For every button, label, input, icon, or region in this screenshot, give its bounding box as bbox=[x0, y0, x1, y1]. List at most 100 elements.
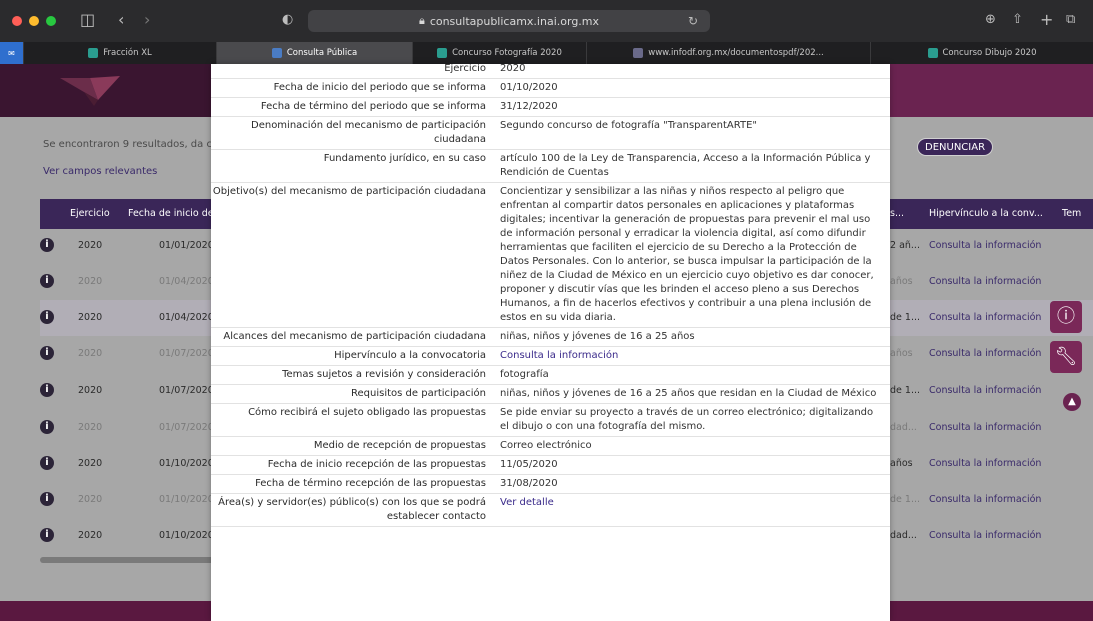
row-start-date: 01/04/2020 bbox=[159, 312, 214, 323]
detail-row: Alcances del mecanismo de participación … bbox=[211, 328, 890, 347]
detail-row: Fecha de término del periodo que se info… bbox=[211, 98, 890, 117]
detail-label: Fecha de término recepción de las propue… bbox=[255, 478, 486, 489]
tab-consulta-publica[interactable]: Consulta Pública bbox=[217, 42, 413, 64]
info-icon[interactable]: i bbox=[40, 528, 54, 542]
info-icon[interactable]: i bbox=[40, 492, 54, 506]
share-icon[interactable]: ⇧ bbox=[1012, 10, 1023, 30]
tab-concurso-dibujo[interactable]: Concurso Dibujo 2020 bbox=[871, 42, 1093, 64]
header-fecha-inicio[interactable]: Fecha de inicio de bbox=[128, 208, 214, 219]
wrench-icon[interactable]: 🔧︎ bbox=[1050, 341, 1082, 373]
detail-link[interactable]: Consulta la información bbox=[494, 347, 890, 365]
detail-modal: Ejercicio 2020 Fecha de inicio del periodo… bbox=[211, 64, 890, 621]
detail-row: Cómo recibirá el sujeto obligado las pro… bbox=[211, 404, 890, 437]
detail-row: Requisitos de participación niñas, niños … bbox=[211, 385, 890, 404]
sidebar-icon[interactable]: ◫ bbox=[80, 10, 95, 30]
row-link[interactable]: Consulta la información bbox=[929, 530, 1041, 541]
detail-value: niñas, niños y jóvenes de 16 a 25 años q… bbox=[500, 388, 877, 399]
row-start-date: 01/04/2020 bbox=[159, 276, 214, 287]
row-link[interactable]: Consulta la información bbox=[929, 276, 1041, 287]
row-truncated-cell: 2 añ... bbox=[890, 240, 920, 251]
address-bar[interactable]: 🔒︎ consultapublicamx.inai.org.mx ↻ bbox=[308, 10, 710, 32]
info-icon[interactable]: i bbox=[40, 456, 54, 470]
detail-value: Se pide enviar su proyecto a través de u… bbox=[500, 407, 874, 432]
detail-label: Fundamento jurídico, en su caso bbox=[323, 153, 486, 164]
row-year: 2020 bbox=[78, 348, 103, 359]
reload-icon[interactable]: ↻ bbox=[688, 14, 698, 28]
scroll-up-icon[interactable]: ▲ bbox=[1063, 393, 1081, 411]
detail-link[interactable]: Ver detalle bbox=[494, 494, 890, 526]
detail-value: 31/12/2020 bbox=[500, 101, 558, 112]
info-icon[interactable]: i bbox=[40, 383, 54, 397]
minimize-window-button[interactable] bbox=[29, 16, 39, 26]
pinned-tab-icon[interactable]: ✉ bbox=[0, 42, 24, 64]
info-icon[interactable]: i bbox=[40, 238, 54, 252]
row-start-date: 01/10/2020 bbox=[159, 458, 214, 469]
tab-favicon-icon bbox=[927, 48, 938, 58]
detail-value: Concientizar y sensibilizar a las niñas … bbox=[500, 186, 874, 323]
detail-label: Fecha de término del periodo que se info… bbox=[260, 101, 486, 112]
tab-concurso-fotografia[interactable]: Concurso Fotografía 2020 bbox=[413, 42, 587, 64]
info-icon[interactable]: i bbox=[40, 346, 54, 360]
close-window-button[interactable] bbox=[12, 16, 22, 26]
privacy-shield-icon[interactable]: ◐ bbox=[282, 10, 293, 30]
row-link[interactable]: Consulta la información bbox=[929, 348, 1041, 359]
forward-icon[interactable]: › bbox=[144, 10, 150, 30]
row-year: 2020 bbox=[78, 530, 103, 541]
tab-label: Concurso Dibujo 2020 bbox=[942, 48, 1037, 58]
detail-label: Cómo recibirá el sujeto obligado las pro… bbox=[248, 407, 486, 418]
tab-favicon-icon bbox=[437, 48, 448, 58]
row-start-date: 01/07/2020 bbox=[159, 348, 214, 359]
row-year: 2020 bbox=[78, 422, 103, 433]
row-year: 2020 bbox=[78, 240, 103, 251]
detail-value: 11/05/2020 bbox=[500, 459, 558, 470]
detail-value: Segundo concurso de fotografía "Transpar… bbox=[500, 120, 758, 131]
row-truncated-cell: de 1... bbox=[890, 494, 920, 505]
tab-favicon-icon bbox=[88, 48, 99, 58]
row-link[interactable]: Consulta la información bbox=[929, 312, 1041, 323]
header-temas[interactable]: Tem bbox=[1062, 208, 1081, 219]
detail-label: Ejercicio bbox=[444, 64, 486, 74]
detail-value: Correo electrónico bbox=[500, 440, 592, 451]
new-tab-icon[interactable]: + bbox=[1040, 10, 1053, 30]
view-fields-link[interactable]: Ver campos relevantes bbox=[43, 166, 157, 177]
tab-fraccion-xl[interactable]: Fracción XL bbox=[24, 42, 217, 64]
tab-favicon-icon bbox=[271, 48, 282, 58]
row-link[interactable]: Consulta la información bbox=[929, 494, 1041, 505]
row-truncated-cell: años bbox=[890, 276, 913, 287]
detail-label: Área(s) y servidor(es) público(s) con lo… bbox=[218, 497, 486, 522]
detail-value: 01/10/2020 bbox=[500, 82, 558, 93]
info-icon[interactable]: i bbox=[40, 274, 54, 288]
row-year: 2020 bbox=[78, 276, 103, 287]
denunciar-button[interactable]: DENUNCIAR bbox=[917, 138, 994, 156]
download-icon[interactable]: ⊕ bbox=[985, 10, 996, 30]
row-link[interactable]: Consulta la información bbox=[929, 422, 1041, 433]
row-link[interactable]: Consulta la información bbox=[929, 385, 1041, 396]
site-logo-icon bbox=[60, 76, 120, 106]
detail-value: 31/08/2020 bbox=[500, 478, 558, 489]
header-truncated[interactable]: s... bbox=[890, 208, 904, 219]
row-year: 2020 bbox=[78, 458, 103, 469]
lock-icon: 🔒︎ bbox=[418, 14, 425, 27]
row-start-date: 01/07/2020 bbox=[159, 385, 214, 396]
detail-label: Fecha de inicio recepción de las propues… bbox=[267, 459, 486, 470]
back-icon[interactable]: ‹ bbox=[118, 10, 124, 30]
row-link[interactable]: Consulta la información bbox=[929, 240, 1041, 251]
info-icon[interactable]: i bbox=[40, 310, 54, 324]
detail-row: Fundamento jurídico, en su caso artículo … bbox=[211, 150, 890, 183]
tab-overview-icon[interactable]: ⧉ bbox=[1066, 10, 1075, 30]
detail-label: Denominación del mecanismo de participac… bbox=[251, 120, 486, 145]
row-link[interactable]: Consulta la información bbox=[929, 458, 1041, 469]
info-icon[interactable]: i bbox=[40, 420, 54, 434]
zoom-window-button[interactable] bbox=[46, 16, 56, 26]
alert-icon[interactable]: ⓘ bbox=[1050, 301, 1082, 333]
tab-label: Consulta Pública bbox=[286, 48, 358, 58]
detail-row: Medio de recepción de propuestas Correo e… bbox=[211, 437, 890, 456]
header-ejercicio[interactable]: Ejercicio bbox=[70, 208, 110, 219]
detail-value: 2020 bbox=[500, 64, 526, 74]
window-controls bbox=[12, 16, 56, 26]
tab-infodf[interactable]: www.infodf.org.mx/documentospdf/202... bbox=[587, 42, 871, 64]
tab-favicon-icon bbox=[633, 48, 644, 58]
detail-label: Objetivo(s) del mecanismo de participaci… bbox=[212, 186, 486, 197]
header-hipervinculo[interactable]: Hipervínculo a la conv... bbox=[929, 208, 1043, 219]
detail-row: Hipervínculo a la convocatoria Consulta l… bbox=[211, 347, 890, 366]
